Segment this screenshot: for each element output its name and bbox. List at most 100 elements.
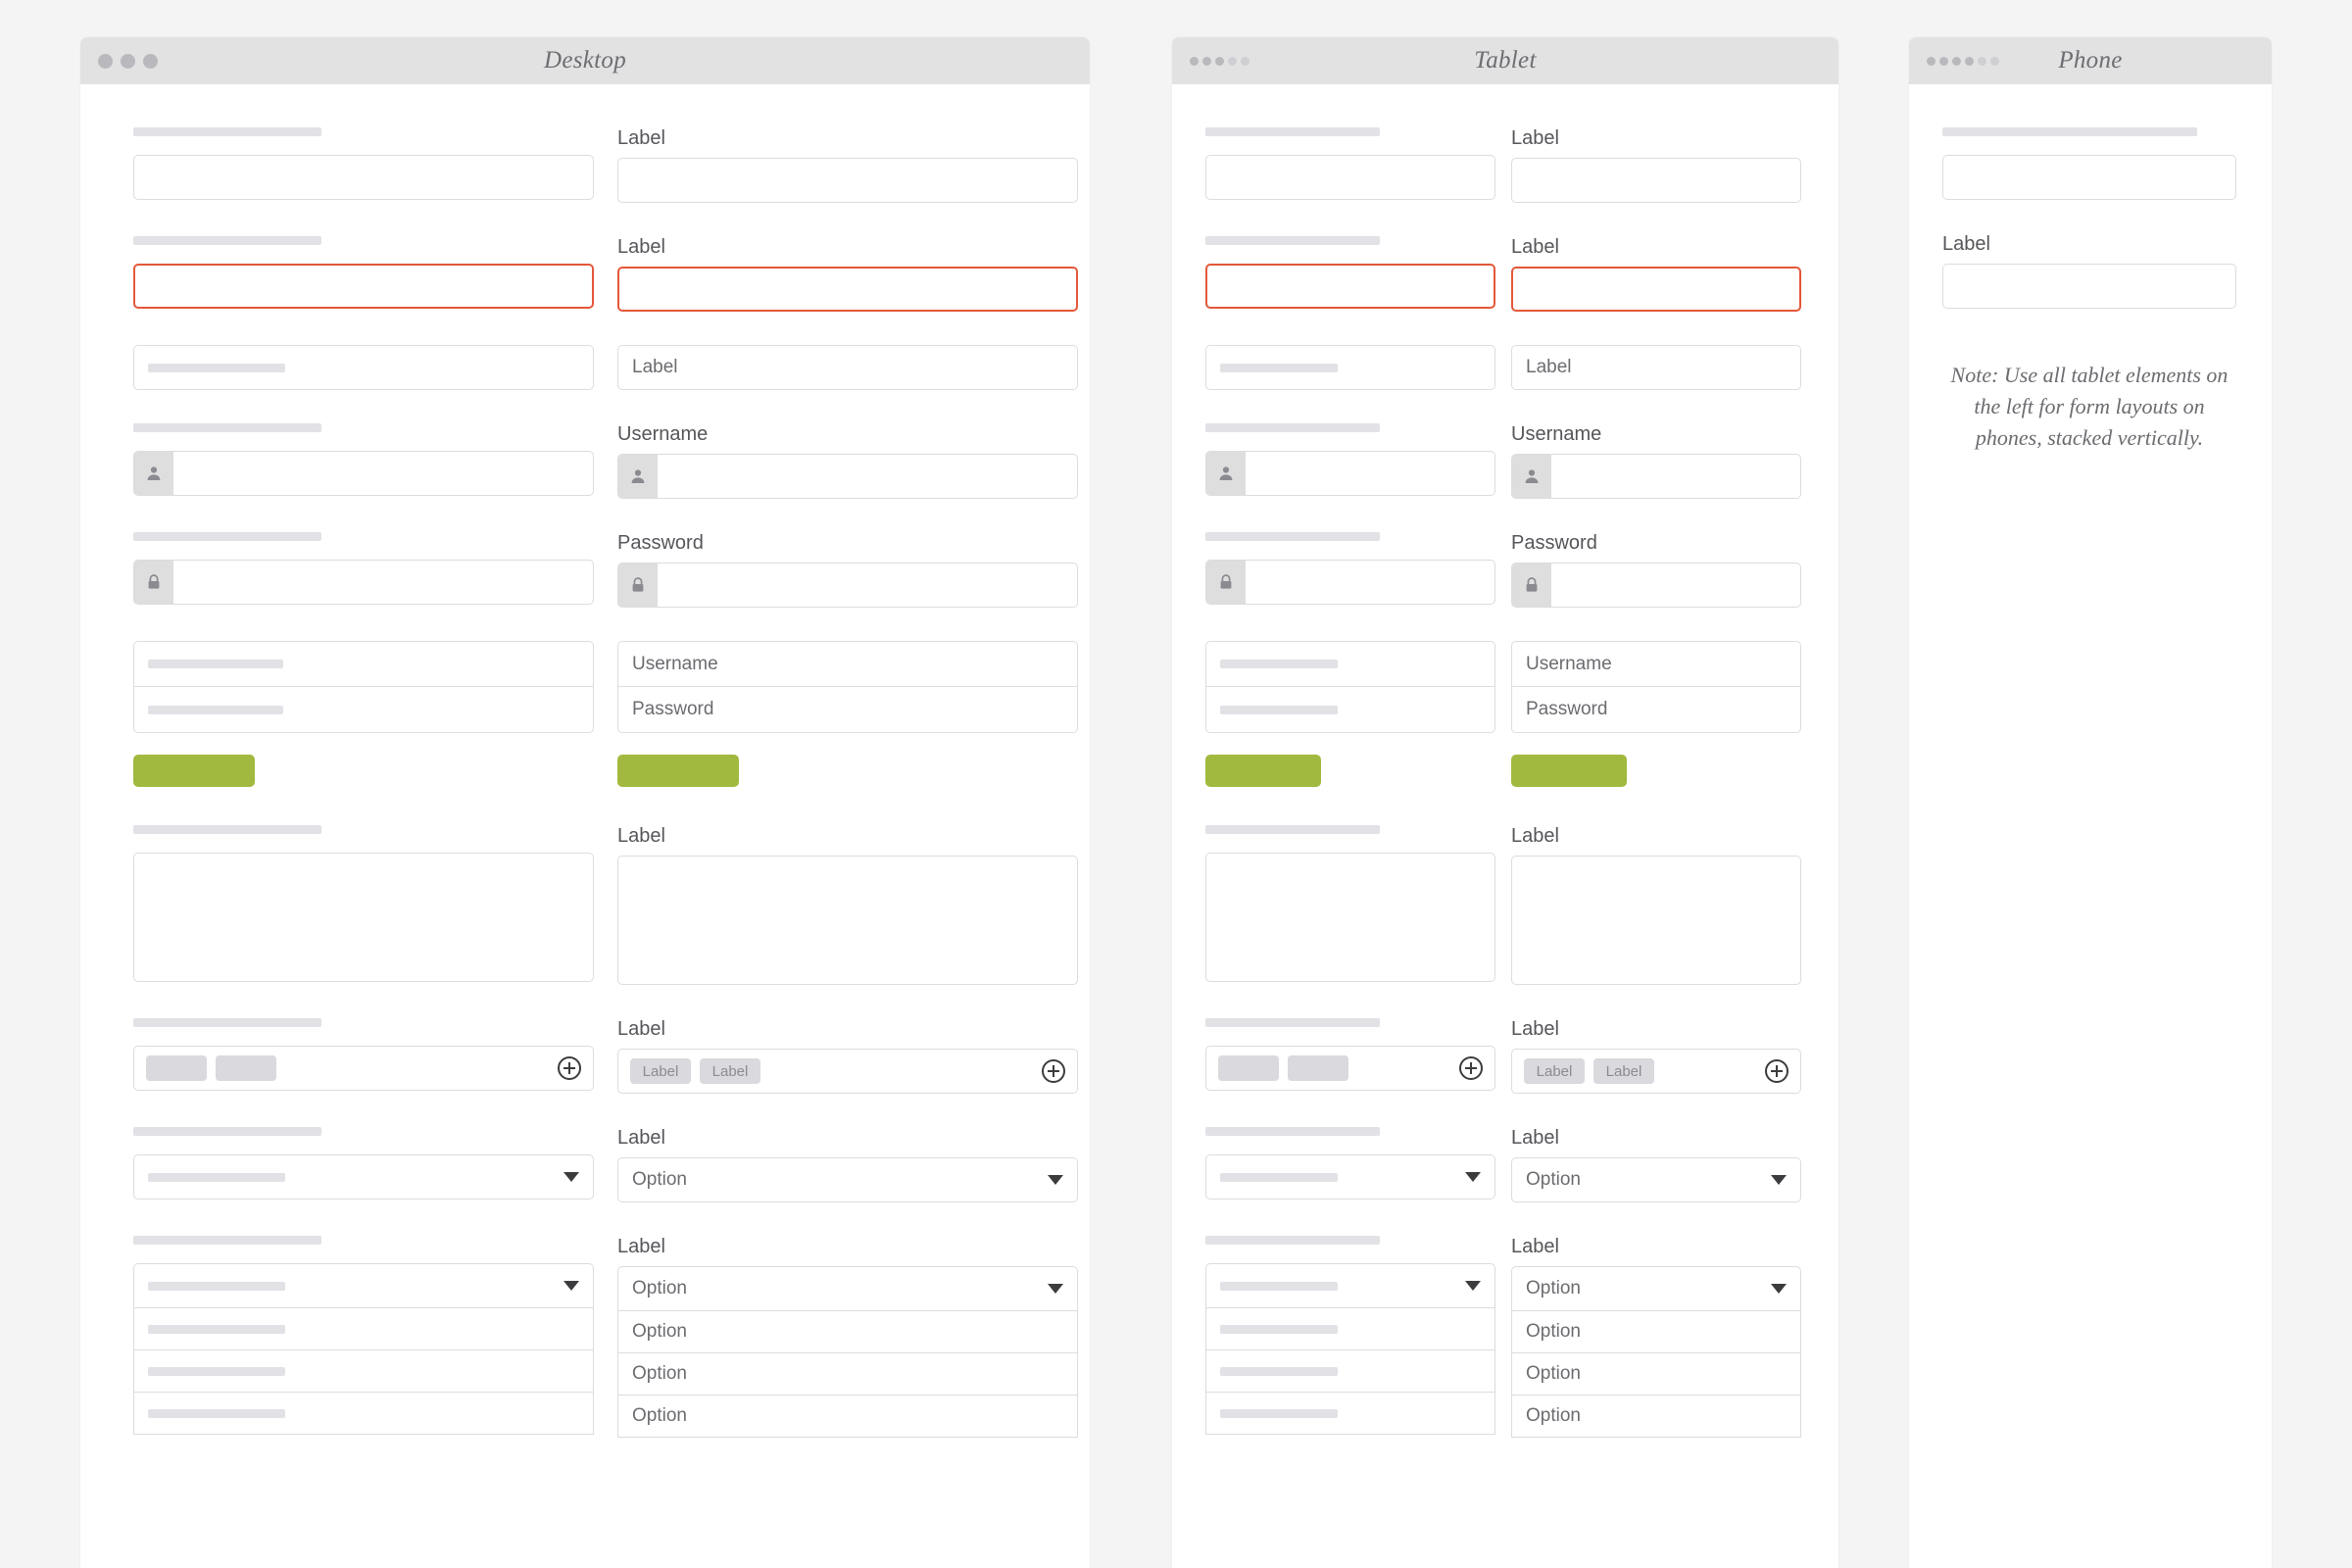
select-dropdown-open[interactable]: Option <box>617 1266 1078 1311</box>
field-label: Label <box>1511 1018 1801 1040</box>
select-option[interactable] <box>1205 1393 1495 1435</box>
submit-button[interactable] <box>1205 755 1321 787</box>
select-dropdown[interactable] <box>1205 1154 1495 1200</box>
textarea-input[interactable] <box>1205 853 1495 982</box>
plus-circle-icon[interactable] <box>1459 1056 1483 1080</box>
password-input[interactable]: Password <box>1512 687 1800 732</box>
input-placeholder: Username <box>632 654 718 675</box>
text-input[interactable] <box>1942 264 2236 309</box>
tag-chip[interactable]: Label <box>700 1058 760 1084</box>
textarea-input[interactable] <box>133 853 594 982</box>
submit-button[interactable] <box>617 755 739 787</box>
tag-input[interactable]: Label Label <box>617 1049 1078 1094</box>
select-dropdown-open[interactable] <box>133 1263 594 1308</box>
select-option[interactable]: Option <box>1511 1396 1801 1438</box>
password-input[interactable] <box>133 560 594 605</box>
tag-chip[interactable]: Label <box>216 1055 276 1081</box>
field-label: Label <box>1511 236 1801 258</box>
password-input[interactable] <box>1205 560 1495 605</box>
password-input[interactable] <box>1511 563 1801 608</box>
tag-chip[interactable]: Label <box>1524 1058 1585 1084</box>
chevron-down-icon <box>564 1172 579 1182</box>
select-option[interactable]: Option <box>1511 1311 1801 1353</box>
skeleton-label <box>1205 532 1380 541</box>
username-input[interactable]: Username <box>1512 642 1800 687</box>
select-option[interactable]: Option <box>617 1396 1078 1438</box>
field-label: Username <box>1511 423 1801 445</box>
skeleton-placeholder <box>148 1409 285 1418</box>
select-dropdown-open[interactable]: Option <box>1511 1266 1801 1311</box>
text-input[interactable] <box>617 158 1078 203</box>
login-group-skeleton <box>1205 641 1495 792</box>
tag-chip[interactable]: Label <box>1593 1058 1654 1084</box>
username-input[interactable] <box>617 454 1078 499</box>
username-input[interactable] <box>1205 451 1495 496</box>
select-option[interactable]: Option <box>1511 1353 1801 1396</box>
select-option-label: Option <box>632 1363 687 1385</box>
text-input[interactable] <box>1942 155 2236 200</box>
skeleton-placeholder <box>148 1367 285 1376</box>
login-stack <box>133 641 594 733</box>
username-input[interactable] <box>133 451 594 496</box>
plus-circle-icon[interactable] <box>558 1056 581 1080</box>
select-option[interactable] <box>1205 1308 1495 1350</box>
chevron-down-icon <box>1465 1172 1481 1182</box>
text-input[interactable] <box>1205 345 1495 390</box>
panel-title-desktop: Desktop <box>80 47 1090 74</box>
text-input-error[interactable] <box>1205 264 1495 309</box>
text-input-error[interactable] <box>617 267 1078 312</box>
tag-input[interactable]: Label Label <box>133 1046 594 1091</box>
select-option[interactable]: Option <box>617 1353 1078 1396</box>
row-text-input: Label <box>1172 127 1838 203</box>
login-stack: Username Password <box>1511 641 1801 733</box>
username-input[interactable]: Username <box>618 642 1077 687</box>
textarea-input[interactable] <box>1511 856 1801 985</box>
select-dropdown[interactable]: Option <box>617 1157 1078 1202</box>
text-input[interactable]: Label <box>617 345 1078 390</box>
select-dropdown-open[interactable] <box>1205 1263 1495 1308</box>
row-placeholder-input: Label <box>1172 345 1838 390</box>
password-input[interactable] <box>617 563 1078 608</box>
text-input[interactable]: Label <box>1511 345 1801 390</box>
tag-input[interactable]: Label Label <box>1511 1049 1801 1094</box>
text-input[interactable] <box>133 345 594 390</box>
field-group-labeled-error: Label <box>617 236 1078 312</box>
plus-circle-icon[interactable] <box>1042 1059 1065 1083</box>
select-value: Option <box>632 1278 687 1299</box>
select-option[interactable] <box>133 1393 594 1435</box>
password-input[interactable] <box>134 687 593 732</box>
username-input[interactable] <box>1206 642 1494 687</box>
row-text-input: Label <box>80 127 1090 203</box>
tag-chip[interactable]: Label <box>1218 1055 1279 1081</box>
text-input[interactable] <box>1205 155 1495 200</box>
row-password: Password <box>1172 532 1838 608</box>
username-input[interactable] <box>1511 454 1801 499</box>
select-dropdown[interactable]: Option <box>1511 1157 1801 1202</box>
text-input[interactable] <box>133 155 594 200</box>
submit-button[interactable] <box>133 755 255 787</box>
text-input[interactable] <box>1511 158 1801 203</box>
password-input[interactable] <box>1206 687 1494 732</box>
submit-button[interactable] <box>1511 755 1627 787</box>
plus-circle-icon[interactable] <box>1765 1059 1788 1083</box>
select-option[interactable] <box>133 1350 594 1393</box>
select-open-group-skeleton <box>1205 1236 1495 1438</box>
field-label: Label <box>617 127 1078 149</box>
skeleton-label <box>1205 1236 1380 1245</box>
select-dropdown[interactable] <box>133 1154 594 1200</box>
panel-phone: Phone Label Note: Use all tablet element… <box>1909 37 2272 1568</box>
text-input-error[interactable] <box>133 264 594 309</box>
tag-chip[interactable]: Label <box>146 1055 207 1081</box>
text-input-error[interactable] <box>1511 267 1801 312</box>
select-option[interactable]: Option <box>617 1311 1078 1353</box>
textarea-input[interactable] <box>617 856 1078 985</box>
username-input[interactable] <box>134 642 593 687</box>
tag-input[interactable]: Label Label <box>1205 1046 1495 1091</box>
tag-chip[interactable]: Label <box>1288 1055 1348 1081</box>
select-option[interactable] <box>133 1308 594 1350</box>
skeleton-placeholder <box>1220 706 1338 714</box>
field-group-password-skeleton <box>1205 532 1495 608</box>
password-input[interactable]: Password <box>618 687 1077 732</box>
select-option[interactable] <box>1205 1350 1495 1393</box>
tag-chip[interactable]: Label <box>630 1058 691 1084</box>
